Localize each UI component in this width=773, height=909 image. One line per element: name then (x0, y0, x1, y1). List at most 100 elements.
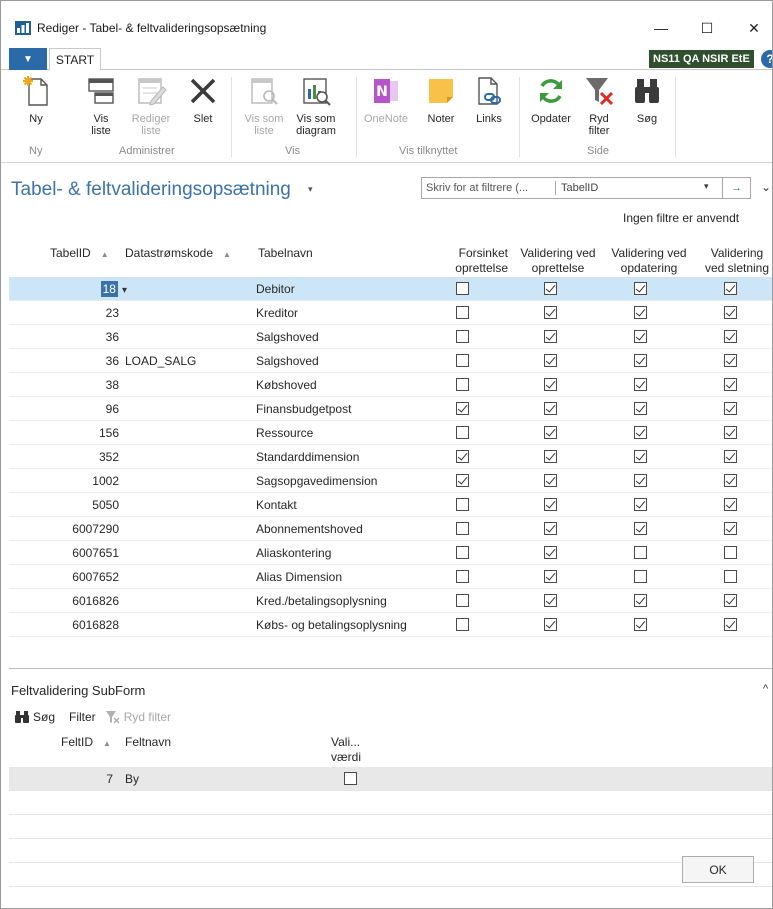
checkbox-opr[interactable] (544, 402, 557, 415)
checkbox-opd[interactable] (634, 546, 647, 559)
checkbox-opr[interactable] (544, 306, 557, 319)
column-header-tabelnavn[interactable]: Tabelnavn (258, 246, 313, 261)
checkbox-slet[interactable] (724, 306, 737, 319)
cell-tabelid[interactable]: 18 ▾ (9, 277, 127, 301)
ribbon-button-vis-som-liste[interactable]: Vis som liste (241, 73, 287, 137)
checkbox-opd[interactable] (634, 570, 647, 583)
checkbox-opd[interactable] (634, 498, 647, 511)
subform-clear-filter-button[interactable]: Ryd filter (124, 710, 171, 724)
ribbon-button-ryd-filter[interactable]: Ryd filter (581, 73, 617, 137)
ribbon-button-vis-som-diagram[interactable]: Vis som diagram (291, 73, 341, 137)
checkbox-opr[interactable] (544, 570, 557, 583)
table-row[interactable]: 6007290 Abonnementshoved (9, 517, 772, 541)
column-header-validering-opdatering[interactable]: Validering ved opdatering (604, 246, 694, 276)
checkbox-opr[interactable] (544, 546, 557, 559)
chevron-down-icon[interactable]: ▾ (122, 285, 127, 296)
checkbox-slet[interactable] (724, 546, 737, 559)
checkbox-forsinket[interactable] (456, 330, 469, 343)
table-row[interactable]: 6016826 Kred./betalingsoplysning (9, 589, 772, 613)
checkbox-slet[interactable] (724, 522, 737, 535)
subform-row[interactable]: 7 By (9, 767, 772, 791)
checkbox-forsinket[interactable] (456, 402, 469, 415)
checkbox-forsinket[interactable] (456, 594, 469, 607)
checkbox-opr[interactable] (544, 594, 557, 607)
maximize-button[interactable]: ☐ (687, 15, 727, 41)
expand-filter-chevron-icon[interactable]: ⌄ (761, 180, 771, 194)
checkbox-slet[interactable] (724, 354, 737, 367)
cell-tabelid-value[interactable]: 18 (100, 281, 118, 297)
checkbox-opd[interactable] (634, 618, 647, 631)
ribbon-button-noter[interactable]: Noter (421, 73, 461, 125)
checkbox-forsinket[interactable] (456, 306, 469, 319)
column-header-validering-sletning[interactable]: Validering ved sletning (701, 246, 772, 276)
checkbox-slet[interactable] (724, 450, 737, 463)
checkbox-opr[interactable] (544, 522, 557, 535)
table-row[interactable]: 96 Finansbudgetpost (9, 397, 772, 421)
checkbox-slet[interactable] (724, 498, 737, 511)
checkbox-opd[interactable] (634, 378, 647, 391)
subform-filter-button[interactable]: Filter (69, 710, 96, 724)
checkbox-forsinket[interactable] (456, 522, 469, 535)
checkbox-forsinket[interactable] (456, 546, 469, 559)
table-row[interactable]: 23 Kreditor (9, 301, 772, 325)
table-row[interactable]: 156 Ressource (9, 421, 772, 445)
checkbox-opd[interactable] (634, 594, 647, 607)
checkbox-forsinket[interactable] (456, 426, 469, 439)
checkbox-opr[interactable] (544, 282, 557, 295)
checkbox-opr[interactable] (544, 474, 557, 487)
table-row[interactable]: 5050 Kontakt (9, 493, 772, 517)
table-row[interactable]: 36 LOAD_SALG Salgshoved (9, 349, 772, 373)
checkbox-opd[interactable] (634, 522, 647, 535)
checkbox-slet[interactable] (724, 594, 737, 607)
checkbox-opr[interactable] (544, 426, 557, 439)
minimize-button[interactable]: — (641, 15, 681, 41)
checkbox-opr[interactable] (544, 378, 557, 391)
checkbox-slet[interactable] (724, 618, 737, 631)
ribbon-button-slet[interactable]: Slet (185, 73, 221, 125)
subform-column-vali-vaerdi[interactable]: Vali... værdi (331, 735, 361, 765)
file-menu-tab[interactable]: ▼ (9, 48, 47, 70)
ribbon-button-vis-liste[interactable]: Vis liste (81, 73, 121, 137)
checkbox-opd[interactable] (634, 402, 647, 415)
checkbox-opd[interactable] (634, 354, 647, 367)
column-header-validering-oprettelse[interactable]: Validering ved oprettelse (513, 246, 603, 276)
checkbox-slet[interactable] (724, 330, 737, 343)
checkbox-vali-vaerdi[interactable] (344, 772, 357, 785)
checkbox-forsinket[interactable] (456, 474, 469, 487)
checkbox-slet[interactable] (724, 378, 737, 391)
table-row[interactable]: 352 Standarddimension (9, 445, 772, 469)
chevron-down-icon[interactable]: ▾ (704, 181, 709, 192)
checkbox-opd[interactable] (634, 426, 647, 439)
filter-input[interactable]: Skriv for at filtrere (... (426, 182, 528, 194)
checkbox-opr[interactable] (544, 498, 557, 511)
close-button[interactable]: ✕ (734, 15, 772, 41)
table-row[interactable]: 6016828 Købs- og betalingsoplysning (9, 613, 772, 637)
checkbox-opd[interactable] (634, 306, 647, 319)
checkbox-opd[interactable] (634, 450, 647, 463)
checkbox-opd[interactable] (634, 474, 647, 487)
tab-start[interactable]: START (49, 48, 101, 71)
ribbon-button-onenote[interactable]: N OneNote (361, 73, 411, 125)
table-row[interactable]: 38 Købshoved (9, 373, 772, 397)
checkbox-forsinket[interactable] (456, 498, 469, 511)
checkbox-opr[interactable] (544, 354, 557, 367)
table-row[interactable]: 36 Salgshoved (9, 325, 772, 349)
table-row[interactable]: 6007651 Aliaskontering (9, 541, 772, 565)
ribbon-button-opdater[interactable]: Opdater (527, 73, 575, 125)
checkbox-opr[interactable] (544, 450, 557, 463)
help-icon[interactable]: ? (761, 50, 772, 68)
ribbon-button-links[interactable]: Links (471, 73, 507, 125)
checkbox-forsinket[interactable] (456, 570, 469, 583)
checkbox-slet[interactable] (724, 402, 737, 415)
ribbon-button-sog[interactable]: Søg (629, 73, 665, 125)
checkbox-forsinket[interactable] (456, 618, 469, 631)
ribbon-button-rediger-liste[interactable]: Rediger liste (129, 73, 173, 137)
column-header-datastromskode[interactable]: Datastrømskode ▲ (125, 246, 231, 262)
checkbox-forsinket[interactable] (456, 282, 469, 295)
checkbox-forsinket[interactable] (456, 354, 469, 367)
subform-search-button[interactable]: Søg (33, 710, 55, 724)
subform-column-feltid[interactable]: FeltID ▲ (61, 735, 111, 751)
checkbox-forsinket[interactable] (456, 378, 469, 391)
column-header-tabelid[interactable]: TabelID ▲ (50, 246, 109, 262)
ribbon-button-ny[interactable]: Ny (19, 73, 53, 125)
